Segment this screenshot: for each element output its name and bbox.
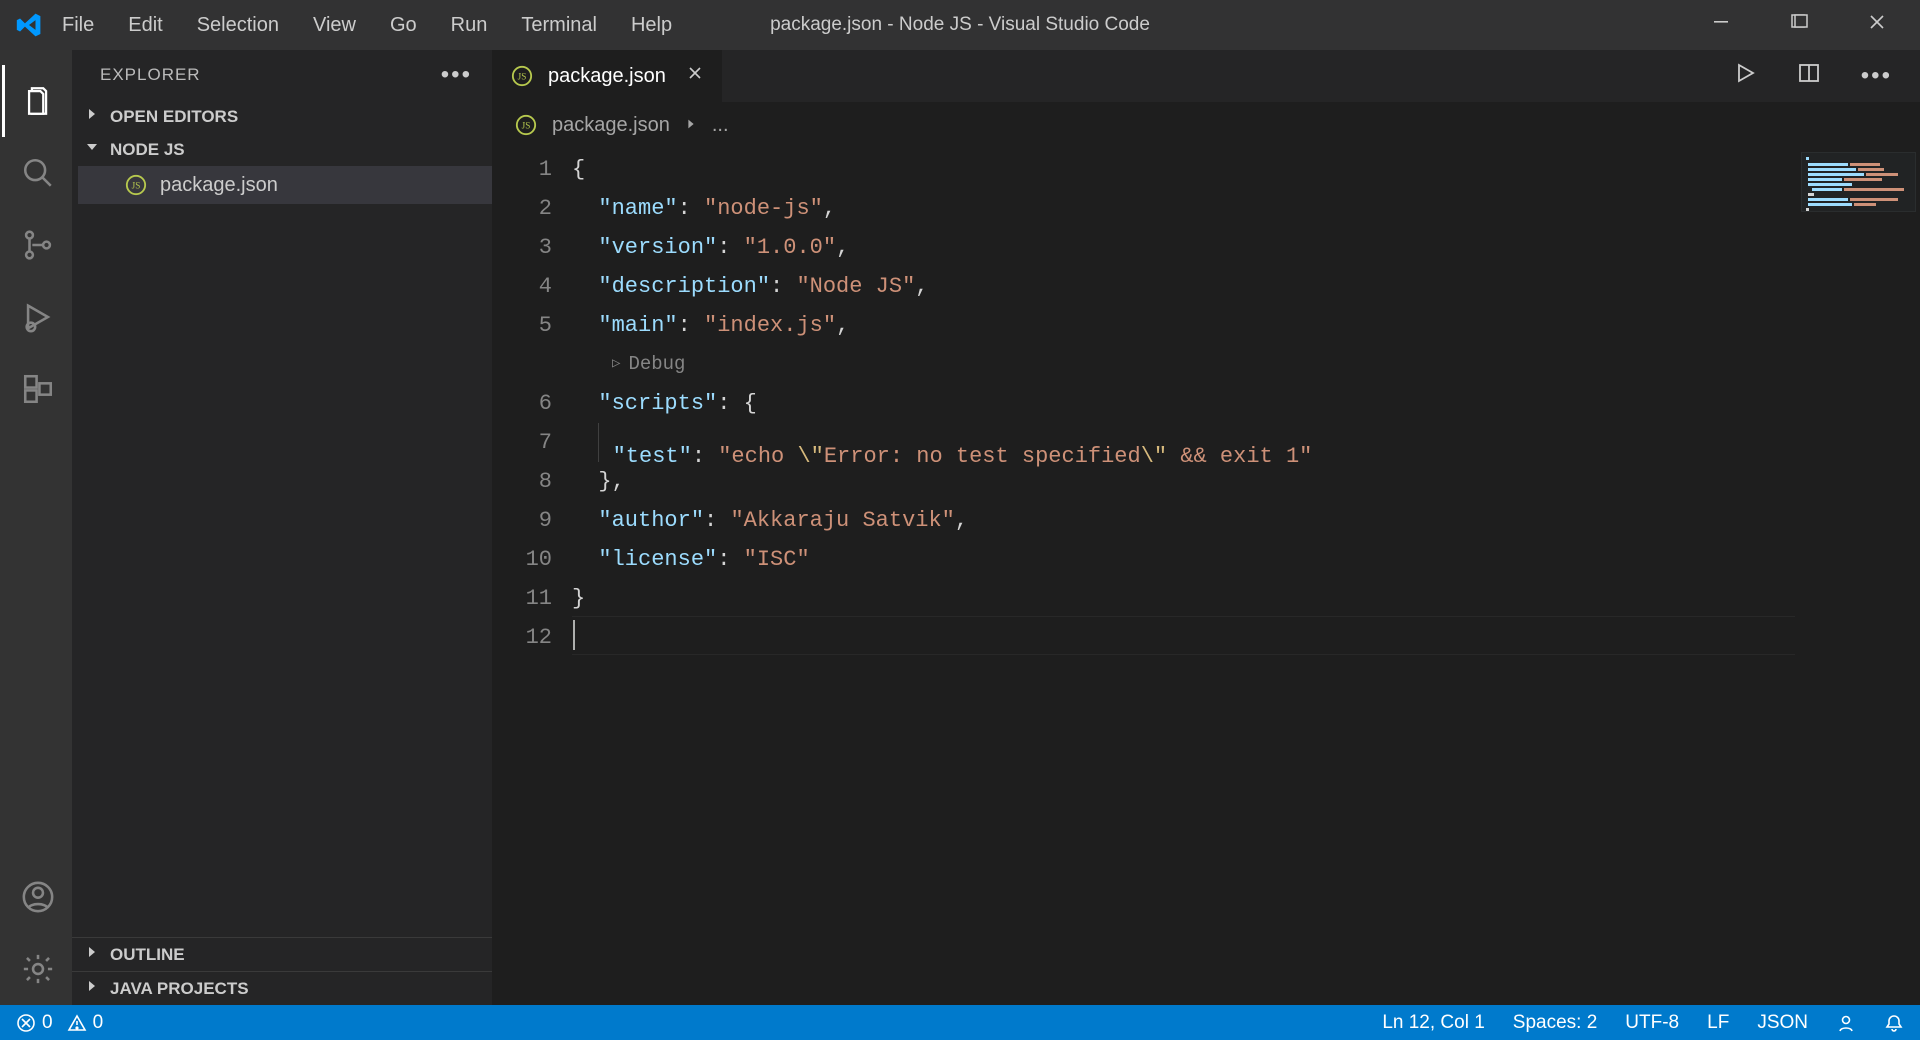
menu-selection[interactable]: Selection xyxy=(197,14,279,37)
line-gutter: 1 2 3 4 5 6 7 8 9 10 11 12 xyxy=(492,148,572,1005)
window-controls xyxy=(1706,13,1920,37)
menu-go[interactable]: Go xyxy=(390,14,417,37)
menu-file[interactable]: File xyxy=(62,14,94,37)
menu-run[interactable]: Run xyxy=(451,14,488,37)
line-number: 12 xyxy=(492,618,552,657)
line-number: 3 xyxy=(492,228,552,267)
activity-bar xyxy=(0,50,72,1005)
line-number: 2 xyxy=(492,189,552,228)
run-icon[interactable] xyxy=(1733,61,1757,91)
line-number: 5 xyxy=(492,306,552,345)
svg-text:JS: JS xyxy=(132,181,141,191)
status-cursor[interactable]: Ln 12, Col 1 xyxy=(1382,1012,1484,1034)
activity-source-control[interactable] xyxy=(2,209,74,281)
tabs-row: JS package.json ••• xyxy=(492,50,1920,102)
svg-text:JS: JS xyxy=(518,72,527,82)
sidebar: EXPLORER ••• OPEN EDITORS NODE JS JS pac… xyxy=(72,50,492,1005)
svg-text:JS: JS xyxy=(522,121,531,131)
status-bell-icon[interactable] xyxy=(1884,1013,1904,1033)
menu-help[interactable]: Help xyxy=(631,14,672,37)
editor-actions: ••• xyxy=(1733,50,1920,102)
status-warnings-count: 0 xyxy=(93,1012,104,1034)
status-eol[interactable]: LF xyxy=(1707,1012,1729,1034)
sidebar-header: EXPLORER ••• xyxy=(72,50,492,100)
section-open-editors[interactable]: OPEN EDITORS xyxy=(72,100,492,133)
menu-bar: File Edit Selection View Go Run Terminal… xyxy=(62,14,672,37)
status-language[interactable]: JSON xyxy=(1757,1012,1808,1034)
line-number: 7 xyxy=(492,423,552,462)
status-encoding[interactable]: UTF-8 xyxy=(1625,1012,1679,1034)
section-project-label: NODE JS xyxy=(110,140,185,160)
line-number: 6 xyxy=(492,384,552,423)
section-java-label: JAVA PROJECTS xyxy=(110,979,249,999)
sidebar-more-icon[interactable]: ••• xyxy=(441,61,472,89)
status-feedback-icon[interactable] xyxy=(1836,1013,1856,1033)
close-button[interactable] xyxy=(1862,13,1892,37)
status-warnings[interactable]: 0 xyxy=(67,1012,104,1034)
maximize-button[interactable] xyxy=(1784,13,1814,37)
line-number: 9 xyxy=(492,501,552,540)
menu-view[interactable]: View xyxy=(313,14,356,37)
editor-tab-label: package.json xyxy=(548,65,666,88)
status-errors[interactable]: 0 xyxy=(16,1012,53,1034)
breadcrumb-ellipsis: ... xyxy=(712,114,729,137)
chevron-right-icon xyxy=(84,944,102,965)
activity-search[interactable] xyxy=(2,137,74,209)
minimap-thumb xyxy=(1801,152,1916,212)
status-indent[interactable]: Spaces: 2 xyxy=(1513,1012,1598,1034)
status-errors-count: 0 xyxy=(42,1012,53,1034)
minimize-button[interactable] xyxy=(1706,13,1736,37)
split-editor-icon[interactable] xyxy=(1797,61,1821,91)
window-title: package.json - Node JS - Visual Studio C… xyxy=(770,14,1150,36)
file-tree-item[interactable]: JS package.json xyxy=(78,166,492,204)
activity-explorer[interactable] xyxy=(2,65,74,137)
code-area[interactable]: { "name": "node-js", "version": "1.0.0",… xyxy=(572,148,1920,1005)
file-tree-item-label: package.json xyxy=(160,174,278,197)
status-bar: 0 0 Ln 12, Col 1 Spaces: 2 UTF-8 LF JSON xyxy=(0,1005,1920,1040)
more-actions-icon[interactable]: ••• xyxy=(1861,62,1892,90)
file-tree: JS package.json xyxy=(72,166,492,204)
activity-account[interactable] xyxy=(2,861,74,933)
sidebar-title: EXPLORER xyxy=(100,65,201,85)
json-file-icon: JS xyxy=(514,113,538,137)
editor[interactable]: 1 2 3 4 5 6 7 8 9 10 11 12 { "name": "no… xyxy=(492,148,1920,1005)
title-bar: File Edit Selection View Go Run Terminal… xyxy=(0,0,1920,50)
section-java-projects[interactable]: JAVA PROJECTS xyxy=(72,971,492,1005)
line-number: 4 xyxy=(492,267,552,306)
menu-edit[interactable]: Edit xyxy=(128,14,162,37)
activity-run-debug[interactable] xyxy=(2,281,74,353)
breadcrumb[interactable]: JS package.json ... xyxy=(492,102,1920,148)
editor-tab[interactable]: JS package.json xyxy=(492,50,723,102)
codelens-debug[interactable]: ▷Debug xyxy=(572,345,1920,384)
section-open-editors-label: OPEN EDITORS xyxy=(110,107,238,127)
line-number: 1 xyxy=(492,150,552,189)
line-number: 11 xyxy=(492,579,552,618)
activity-settings[interactable] xyxy=(2,933,74,1005)
close-tab-icon[interactable] xyxy=(686,64,704,88)
section-outline-label: OUTLINE xyxy=(110,945,185,965)
json-file-icon: JS xyxy=(510,64,534,88)
activity-extensions[interactable] xyxy=(2,353,74,425)
chevron-down-icon xyxy=(84,139,102,160)
vscode-logo-icon xyxy=(16,12,42,38)
breadcrumb-file: package.json xyxy=(552,114,670,137)
section-outline[interactable]: OUTLINE xyxy=(72,937,492,971)
minimap[interactable] xyxy=(1795,148,1920,1005)
chevron-right-icon xyxy=(684,114,698,137)
editor-group: JS package.json ••• JS packa xyxy=(492,50,1920,1005)
json-file-icon: JS xyxy=(124,173,148,197)
menu-terminal[interactable]: Terminal xyxy=(521,14,597,37)
section-project[interactable]: NODE JS xyxy=(72,133,492,166)
chevron-right-icon xyxy=(84,978,102,999)
line-number: 8 xyxy=(492,462,552,501)
line-number: 10 xyxy=(492,540,552,579)
chevron-right-icon xyxy=(84,106,102,127)
